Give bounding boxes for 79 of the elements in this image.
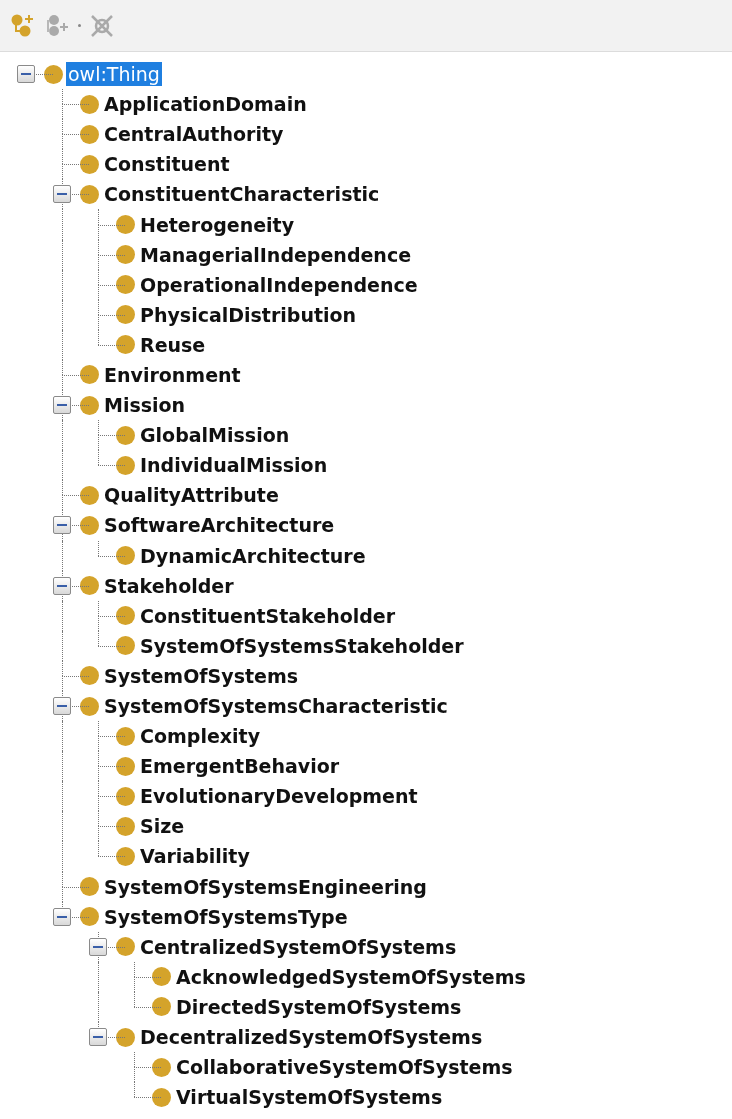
class-icon xyxy=(116,335,135,355)
class-label[interactable]: ConstituentStakeholder xyxy=(138,603,398,628)
class-icon xyxy=(116,1027,135,1047)
class-icon xyxy=(116,606,135,626)
class-icon xyxy=(80,365,99,385)
class-icon xyxy=(80,696,99,716)
class-label[interactable]: Environment xyxy=(102,363,243,387)
class-icon xyxy=(80,515,99,535)
class-icon xyxy=(116,546,135,566)
class-label[interactable]: Heterogeneity xyxy=(138,212,297,237)
class-icon xyxy=(116,245,135,265)
class-icon xyxy=(116,305,135,325)
class-icon xyxy=(80,154,99,174)
class-icon xyxy=(116,816,135,836)
class-label[interactable]: Stakeholder xyxy=(102,573,236,598)
class-label[interactable]: Constituent xyxy=(102,152,232,177)
class-icon xyxy=(80,94,99,114)
class-label[interactable]: owl:Thing xyxy=(66,62,162,87)
class-icon xyxy=(80,907,99,927)
class-icon xyxy=(44,64,63,84)
class-label[interactable]: SystemOfSystemsEngineering xyxy=(102,874,429,899)
class-icon xyxy=(116,455,135,475)
class-label[interactable]: DecentralizedSystemOfSystems xyxy=(138,1025,485,1050)
class-icon xyxy=(116,425,135,445)
class-label[interactable]: Size xyxy=(138,814,187,839)
class-label[interactable]: PhysicalDistribution xyxy=(138,302,359,327)
class-icon xyxy=(116,847,135,866)
class-label[interactable]: ConstituentCharacteristic xyxy=(102,182,382,207)
class-icon xyxy=(80,124,99,144)
class-icon xyxy=(116,275,135,295)
class-label[interactable]: EmergentBehavior xyxy=(138,754,342,779)
collapse-button[interactable] xyxy=(89,1028,107,1046)
class-label[interactable]: QualityAttribute xyxy=(102,483,281,508)
class-icon xyxy=(80,395,99,415)
class-label[interactable]: SystemOfSystemsType xyxy=(102,904,350,929)
class-label[interactable]: VirtualSystemOfSystems xyxy=(174,1085,445,1110)
collapse-button[interactable] xyxy=(53,907,71,926)
collapse-button[interactable] xyxy=(53,516,71,535)
class-label[interactable]: ApplicationDomain xyxy=(102,92,309,117)
class-label[interactable]: GlobalMission xyxy=(138,423,292,448)
collapse-button[interactable] xyxy=(53,696,71,715)
collapse-button[interactable] xyxy=(53,576,71,595)
class-icon xyxy=(116,786,135,806)
class-label[interactable]: Mission xyxy=(102,393,188,418)
collapse-button[interactable] xyxy=(17,65,35,83)
class-label[interactable]: Variability xyxy=(138,844,252,869)
class-label[interactable]: SystemOfSystems xyxy=(102,663,301,688)
class-icon xyxy=(116,636,135,656)
collapse-button[interactable] xyxy=(53,396,71,415)
class-icon xyxy=(80,184,99,204)
class-label[interactable]: CentralizedSystemOfSystems xyxy=(138,934,459,959)
class-label[interactable]: DynamicArchitecture xyxy=(138,543,368,568)
class-label[interactable]: SoftwareArchitecture xyxy=(102,513,337,538)
class-icon xyxy=(152,997,171,1017)
class-icon xyxy=(80,576,99,596)
class-label[interactable]: ManagerialIndependence xyxy=(138,242,414,267)
class-icon xyxy=(116,756,135,776)
class-icon xyxy=(116,937,135,957)
class-label[interactable]: SystemOfSystemsCharacteristic xyxy=(102,694,450,718)
class-icon xyxy=(116,726,135,746)
class-label[interactable]: IndividualMission xyxy=(138,453,330,478)
class-label[interactable]: CollaborativeSystemOfSystems xyxy=(174,1055,515,1080)
class-icon xyxy=(152,967,171,987)
class-label[interactable]: CentralAuthority xyxy=(102,122,286,147)
class-icon xyxy=(80,877,99,897)
collapse-button[interactable] xyxy=(89,937,107,956)
class-icon xyxy=(152,1057,171,1077)
collapse-button[interactable] xyxy=(53,185,71,204)
class-label[interactable]: SystemOfSystemsStakeholder xyxy=(138,633,466,658)
class-icon xyxy=(152,1087,171,1107)
class-label[interactable]: Reuse xyxy=(138,332,208,357)
class-label[interactable]: OperationalIndependence xyxy=(138,272,420,297)
class-icon xyxy=(80,485,99,505)
class-label[interactable]: AcknowledgedSystemOfSystems xyxy=(174,964,528,989)
class-label[interactable]: DirectedSystemOfSystems xyxy=(174,994,464,1019)
class-label[interactable]: Complexity xyxy=(138,724,263,749)
class-icon xyxy=(116,215,135,234)
class-label[interactable]: EvolutionaryDevelopment xyxy=(138,784,420,809)
class-icon xyxy=(80,666,99,686)
